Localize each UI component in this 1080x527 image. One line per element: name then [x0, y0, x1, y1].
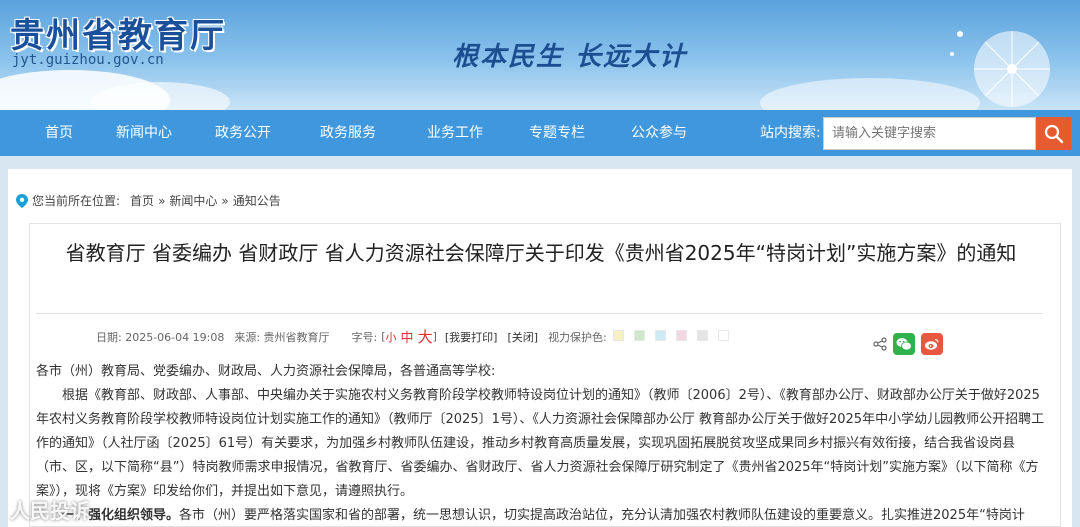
dandelion-icon: [950, 31, 1050, 107]
eye-color-swatch[interactable]: [696, 329, 708, 341]
wechat-icon: [896, 338, 912, 351]
nav-item-gov-affairs[interactable]: 政务公开: [215, 110, 271, 156]
search-icon: [1044, 124, 1063, 143]
search-button[interactable]: [1036, 117, 1071, 150]
nav-item-gov-service[interactable]: 政务服务: [320, 110, 376, 156]
eye-color-swatch[interactable]: [717, 329, 729, 341]
title-divider: [36, 313, 1042, 314]
nav-item-home[interactable]: 首页: [45, 110, 73, 156]
breadcrumb-news[interactable]: 新闻中心: [169, 192, 217, 209]
breadcrumb-separator: »: [158, 193, 166, 208]
article-date: 日期: 2025-06-04 19:08: [96, 330, 225, 344]
breadcrumb-separator: »: [221, 193, 229, 208]
site-url: jyt.guizhou.gov.cn: [12, 52, 164, 68]
section-text: 各市（州）要严格落实国家和省的部署，统一思想认识，切实提高政治站位，充分认清加强…: [179, 508, 1025, 523]
article-title: 省教育厅 省委编办 省财政厅 省人力资源社会保障厅关于印发《贵州省2025年“特…: [65, 241, 1017, 265]
breadcrumb: 您当前所在位置: 首页 » 新闻中心 » 通知公告: [16, 192, 281, 209]
eye-color-swatch[interactable]: [654, 329, 666, 341]
article-source: 来源: 贵州省教育厅: [234, 330, 330, 344]
nav-item-public[interactable]: 公众参与: [631, 110, 687, 156]
eye-color-swatch[interactable]: [612, 329, 624, 341]
search-label: 站内搜索:: [760, 125, 821, 141]
article-meta: 日期: 2025-06-04 19:08 来源: 贵州省教育厅 字号: [ 小 …: [96, 326, 739, 347]
share-bar: [873, 333, 943, 355]
breadcrumb-home[interactable]: 首页: [130, 192, 154, 209]
watermark: 人民投诉: [10, 499, 90, 523]
eye-color-swatch[interactable]: [633, 329, 645, 341]
font-small-button[interactable]: 小: [386, 329, 397, 345]
location-pin-icon: [16, 193, 28, 208]
breadcrumb-notices[interactable]: 通知公告: [233, 192, 281, 209]
article-body: 各市（州）教育局、党委编办、财政局、人力资源社会保障局，各普通高等学校: 根据《…: [36, 360, 1046, 527]
font-size-label: 字号:: [351, 330, 378, 344]
font-big-button[interactable]: 大: [418, 326, 433, 347]
nav-item-business[interactable]: 业务工作: [427, 110, 483, 156]
article-paragraph: 一、强化组织领导。各市（州）要严格落实国家和省的部署，统一思想认识，切实提高政治…: [36, 504, 1046, 527]
eye-color-swatch[interactable]: [675, 329, 687, 341]
close-button[interactable]: [关闭]: [507, 329, 538, 345]
weibo-icon: [925, 338, 939, 350]
print-button[interactable]: [我要打印]: [445, 329, 498, 345]
eye-protection-swatches: [612, 329, 739, 344]
share-icon[interactable]: [873, 337, 887, 351]
nav-item-topics[interactable]: 专题专栏: [529, 110, 585, 156]
search-input[interactable]: [823, 117, 1036, 150]
site-title[interactable]: 贵州省教育厅: [10, 8, 226, 57]
site-slogan: 根本民生 长远大计: [452, 42, 688, 72]
eye-protection-label: 视力保护色:: [548, 330, 607, 344]
article-salutation: 各市（州）教育局、党委编办、财政局、人力资源社会保障局，各普通高等学校:: [36, 364, 496, 379]
article-paragraph: 根据《教育部、财政部、人事部、中央编办关于实施农村义务教育阶段学校教师特设岗位计…: [36, 388, 1045, 499]
header-banner: 贵州省教育厅 jyt.guizhou.gov.cn 根本民生 长远大计: [0, 0, 1080, 110]
share-weibo-button[interactable]: [921, 333, 943, 355]
breadcrumb-prefix: 您当前所在位置:: [32, 194, 121, 208]
nav-item-news[interactable]: 新闻中心: [116, 110, 172, 156]
font-mid-button[interactable]: 中: [401, 327, 414, 346]
share-wechat-button[interactable]: [893, 333, 915, 355]
